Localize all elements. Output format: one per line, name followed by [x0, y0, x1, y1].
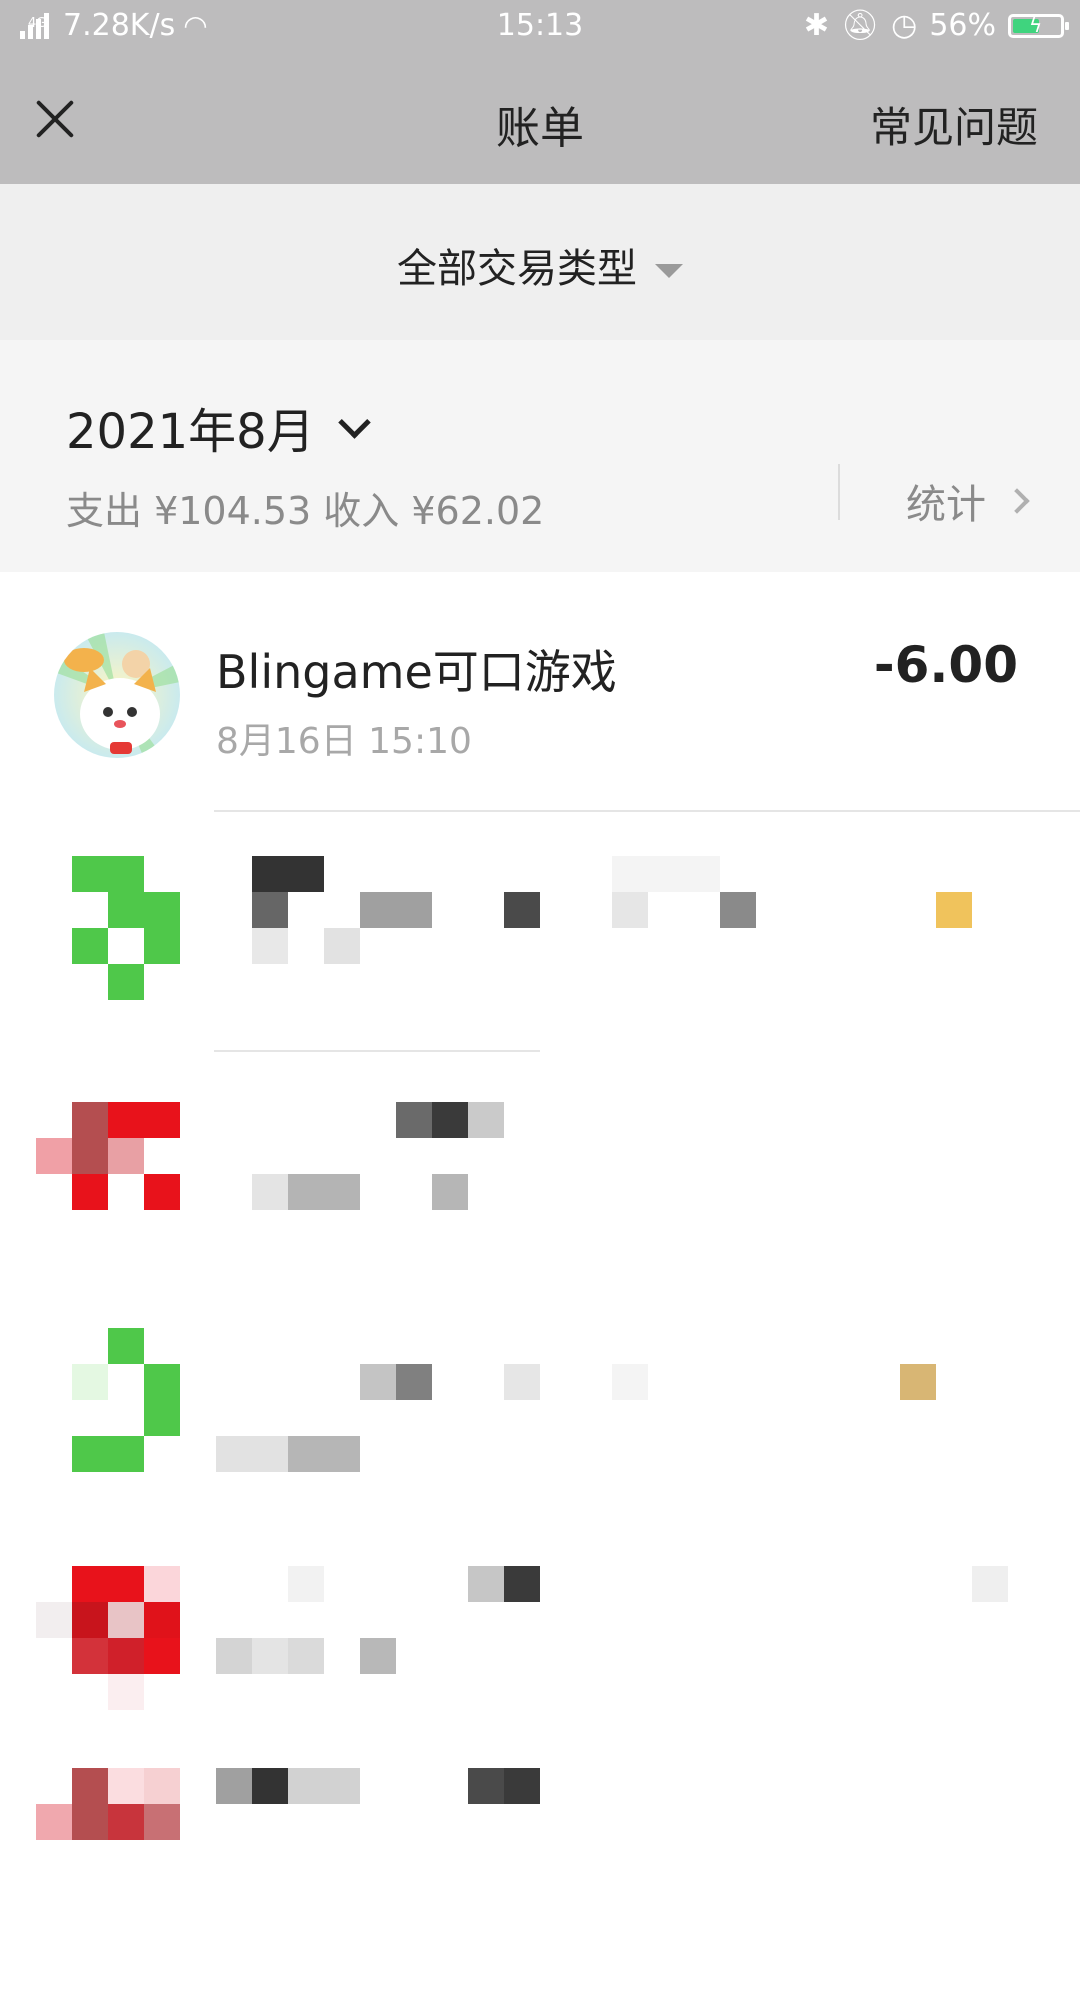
list-item[interactable] [0, 1292, 1080, 1532]
list-item[interactable]: Blingame可口游戏 8月16日 15:10 -6.00 [0, 572, 1080, 812]
status-right: ✱ 🔕︎ ◷ 56% ϟ [803, 8, 1069, 43]
stats-button[interactable]: 统计 [906, 472, 1030, 530]
month-header: 2021年8月 支出 ¥104.53 收入 ¥62.02 统计 [0, 340, 1080, 572]
month-label: 2021年8月 [66, 404, 315, 460]
chevron-down-icon [337, 405, 371, 439]
transaction-type-filter[interactable]: 全部交易类型 [0, 184, 1080, 340]
alarm-icon: ◷ [891, 8, 918, 43]
transaction-time: 8月16日 15:10 [216, 721, 472, 762]
bluetooth-icon: ✱ [803, 8, 830, 43]
divider [838, 464, 840, 520]
status-bar: 4G 7.28K/s ◠ 15:13 ✱ 🔕︎ ◷ 56% ϟ [0, 0, 1080, 56]
dropdown-triangle-icon [655, 264, 683, 278]
bell-muted-icon: 🔕︎ [841, 8, 880, 43]
faq-link[interactable]: 常见问题 [870, 94, 1038, 155]
transaction-list: Blingame可口游戏 8月16日 15:10 -6.00 [0, 572, 1080, 2012]
battery-icon: ϟ [1008, 13, 1069, 38]
list-item[interactable] [0, 812, 1080, 1052]
transaction-amount: -6.00 [873, 636, 1018, 694]
avatar [54, 632, 180, 758]
nav-bar: 账单 常见问题 [0, 56, 1080, 184]
filter-label: 全部交易类型 [397, 246, 637, 292]
month-summary: 支出 ¥104.53 收入 ¥62.02 [66, 489, 545, 533]
stats-label: 统计 [906, 482, 986, 528]
month-selector[interactable]: 2021年8月 [66, 392, 371, 462]
chevron-right-icon [1004, 488, 1030, 514]
transaction-title: Blingame可口游戏 [216, 645, 617, 699]
list-item[interactable] [0, 1532, 1080, 1772]
list-item[interactable] [0, 1768, 1080, 2012]
list-item[interactable] [0, 1052, 1080, 1292]
filter-dropdown[interactable]: 全部交易类型 [0, 236, 1080, 294]
battery-percent: 56% [929, 8, 996, 43]
